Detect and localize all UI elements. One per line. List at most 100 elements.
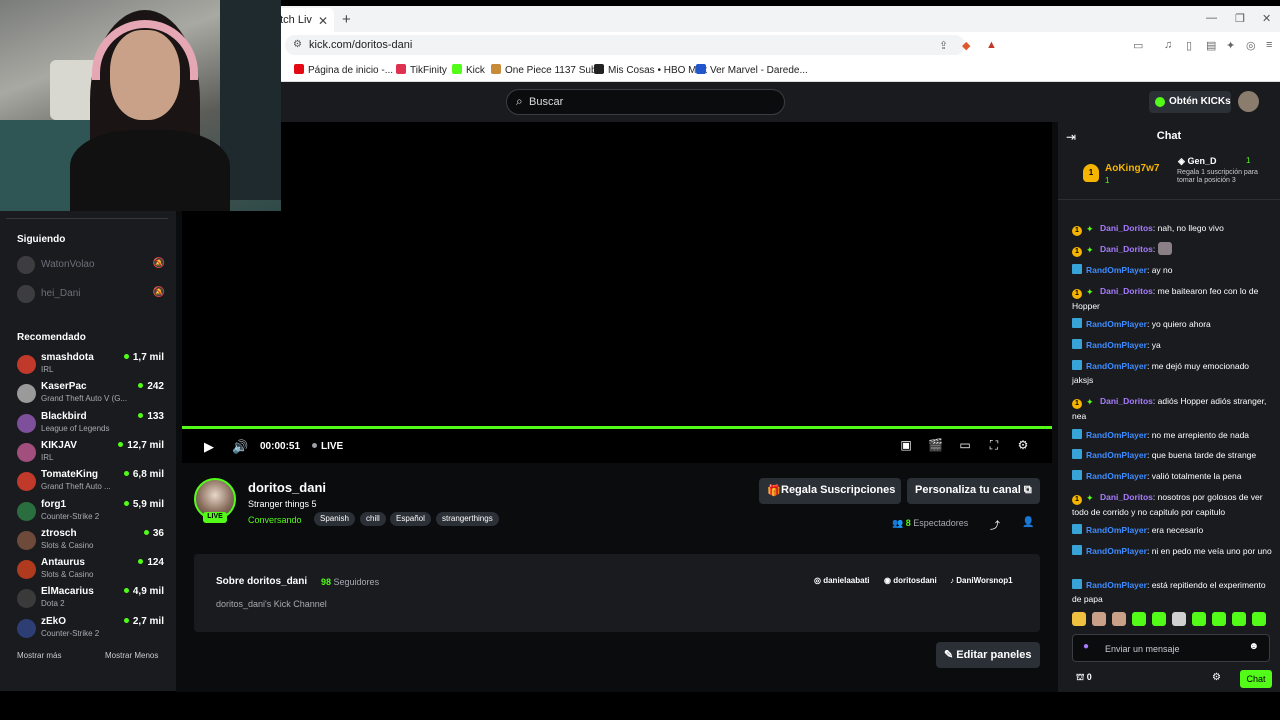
clip-icon[interactable]: 🎬 bbox=[928, 438, 943, 452]
sidebar-following-item[interactable]: hei_Dani 🔕 bbox=[17, 284, 167, 304]
tag[interactable]: Español bbox=[390, 512, 431, 526]
new-tab-icon[interactable]: + bbox=[342, 11, 351, 28]
profile-icon[interactable]: 👤 bbox=[1022, 517, 1034, 528]
close-tab-icon[interactable]: ✕ bbox=[318, 14, 328, 28]
search-input[interactable] bbox=[529, 94, 769, 110]
close-window-icon[interactable]: ✕ bbox=[1262, 12, 1271, 25]
bookmark-item[interactable]: Mis Cosas • HBO Max bbox=[594, 64, 707, 76]
edit-panels-button[interactable]: ✎ Editar paneles bbox=[936, 642, 1040, 668]
channel-name[interactable]: doritos_dani bbox=[248, 480, 326, 495]
chat-username[interactable]: RandOmPlayer bbox=[1086, 265, 1147, 275]
get-kicks-button[interactable]: Obtén KICKs bbox=[1149, 91, 1231, 113]
search-box[interactable]: ⌕ bbox=[506, 89, 785, 115]
chat-username[interactable]: RandOmPlayer bbox=[1086, 361, 1147, 371]
volume-icon[interactable]: 🔊 bbox=[232, 439, 248, 455]
bookmark-item[interactable]: Kick bbox=[452, 64, 485, 76]
play-icon[interactable]: ▶ bbox=[204, 439, 214, 455]
sidebar-recommended-item[interactable]: smashdota IRL 1,7 mil bbox=[17, 352, 167, 380]
sidebar-recommended-item[interactable]: ElMacarius Dota 2 4,9 mil bbox=[17, 586, 167, 614]
maximize-icon[interactable]: ❐ bbox=[1235, 12, 1245, 25]
bookmark-item[interactable]: One Piece 1137 Sub... bbox=[491, 64, 605, 76]
emote-icon[interactable] bbox=[1212, 612, 1226, 626]
show-more-button[interactable]: Mostrar más bbox=[17, 651, 61, 660]
kicks-balance[interactable]: ⛫ 0 bbox=[1076, 672, 1092, 684]
site-info-icon[interactable]: ⚙ bbox=[293, 39, 302, 50]
chat-message: RandOmPlayer: me dejó muy emocionado jak… bbox=[1072, 360, 1250, 385]
microphone-icon[interactable]: ● bbox=[1083, 641, 1089, 652]
emote-icon[interactable] bbox=[1172, 612, 1186, 626]
leo-icon[interactable]: ✦ bbox=[1226, 39, 1235, 52]
rewards-icon[interactable]: ▲ bbox=[986, 39, 997, 51]
share-icon[interactable]: ⤴ bbox=[990, 517, 1000, 532]
chat-username[interactable]: RandOmPlayer bbox=[1086, 580, 1147, 590]
emote-icon[interactable] bbox=[1152, 612, 1166, 626]
show-less-button[interactable]: Mostrar Menos bbox=[105, 651, 158, 660]
chat-text: ni en pedo me veía uno por uno bbox=[1151, 546, 1272, 556]
chat-username[interactable]: RandOmPlayer bbox=[1086, 546, 1147, 556]
reader-icon[interactable]: ▭ bbox=[1133, 39, 1143, 52]
leaderboard-user[interactable]: AoKing7w7 bbox=[1105, 163, 1159, 174]
user-avatar[interactable] bbox=[1238, 91, 1259, 112]
vpn-icon[interactable]: ◎ bbox=[1246, 39, 1256, 52]
emote-icon[interactable] bbox=[1192, 612, 1206, 626]
brave-shields-icon[interactable]: ◆ bbox=[962, 39, 970, 52]
bookmark-item[interactable]: TikFinity bbox=[396, 64, 447, 76]
tiktok-link[interactable]: ♪ DaniWorsnop1 bbox=[950, 576, 1013, 585]
chat-username[interactable]: Dani_Doritos bbox=[1100, 223, 1153, 233]
tag[interactable]: chill bbox=[360, 512, 386, 526]
emoji-icon[interactable]: ☻ bbox=[1248, 641, 1259, 652]
chat-username[interactable]: RandOmPlayer bbox=[1086, 525, 1147, 535]
chat-username[interactable]: RandOmPlayer bbox=[1086, 471, 1147, 481]
sidebar-recommended-item[interactable]: TomateKing Grand Theft Auto ... 6,8 mil bbox=[17, 469, 167, 497]
gift-subs-button[interactable]: 🎁 Regala Suscripciones bbox=[759, 478, 901, 504]
discord-link[interactable]: ◉ doritosdani bbox=[884, 576, 937, 585]
chat-username[interactable]: RandOmPlayer bbox=[1086, 430, 1147, 440]
chat-username[interactable]: RandOmPlayer bbox=[1086, 340, 1147, 350]
chat-username[interactable]: RandOmPlayer bbox=[1086, 319, 1147, 329]
minimize-icon[interactable]: — bbox=[1206, 12, 1217, 24]
media-icon[interactable]: ♫ bbox=[1164, 39, 1172, 51]
chat-input[interactable] bbox=[1105, 642, 1245, 656]
gifter-count: 1 bbox=[1246, 156, 1251, 165]
chat-username[interactable]: Dani_Doritos bbox=[1100, 396, 1153, 406]
emote-icon[interactable] bbox=[1132, 612, 1146, 626]
tag[interactable]: Spanish bbox=[314, 512, 355, 526]
chat-username[interactable]: RandOmPlayer bbox=[1086, 450, 1147, 460]
bookmark-item[interactable]: Página de inicio -... bbox=[294, 64, 393, 76]
sidebar-recommended-item[interactable]: ztrosch Slots & Casino 36 bbox=[17, 528, 167, 556]
pip-icon[interactable]: ▣ bbox=[899, 438, 913, 452]
emote-icon[interactable] bbox=[1112, 612, 1126, 626]
share-page-icon[interactable]: ⇪ bbox=[939, 39, 948, 52]
chat-username[interactable]: Dani_Doritos bbox=[1100, 492, 1153, 502]
tag[interactable]: strangerthings bbox=[436, 512, 499, 526]
sidebar-toggle-icon[interactable]: ▯ bbox=[1186, 39, 1192, 52]
bookmark-item[interactable]: Ver Marvel - Darede... bbox=[696, 64, 808, 76]
menu-icon[interactable]: ≡ bbox=[1266, 39, 1272, 51]
sidebar-recommended-item[interactable]: KaserPac Grand Theft Auto V (G... 242 bbox=[17, 381, 167, 409]
gifter-name[interactable]: ◈ Gen_D bbox=[1178, 156, 1216, 167]
video-player[interactable] bbox=[182, 122, 1052, 427]
chat-username[interactable]: Dani_Doritos bbox=[1100, 286, 1153, 296]
chat-input-box[interactable]: ● ☻ bbox=[1072, 634, 1270, 662]
customize-channel-button[interactable]: Personaliza tu canal ⧉ bbox=[907, 478, 1040, 504]
instagram-link[interactable]: ◎ danielaabati bbox=[814, 576, 869, 585]
sidebar-following-item[interactable]: WatonVolao 🔕 bbox=[17, 255, 167, 275]
fullscreen-icon[interactable]: ⛶ bbox=[987, 438, 1001, 452]
sidebar-recommended-item[interactable]: Blackbird League of Legends 133 bbox=[17, 411, 167, 439]
chat-settings-icon[interactable]: ⚙ bbox=[1212, 672, 1221, 683]
sidebar-recommended-item[interactable]: forg1 Counter-Strike 2 5,9 mil bbox=[17, 499, 167, 527]
chat-username[interactable]: Dani_Doritos bbox=[1100, 244, 1153, 254]
emote-icon[interactable] bbox=[1092, 612, 1106, 626]
settings-icon[interactable]: ⚙ bbox=[1016, 438, 1030, 452]
sidebar-recommended-item[interactable]: zEkO Counter-Strike 2 2,7 mil bbox=[17, 616, 167, 644]
stream-category[interactable]: Conversando bbox=[248, 515, 302, 525]
emote-icon[interactable] bbox=[1232, 612, 1246, 626]
address-bar[interactable]: ⚙ kick.com/doritos-dani ⇪ bbox=[285, 35, 965, 55]
sidebar-recommended-item[interactable]: Antaurus Slots & Casino 124 bbox=[17, 557, 167, 585]
send-chat-button[interactable]: Chat bbox=[1240, 670, 1272, 688]
wallet-icon[interactable]: ▤ bbox=[1206, 39, 1216, 52]
sidebar-recommended-item[interactable]: KIKJAV IRL 12,7 mil bbox=[17, 440, 167, 468]
emote-icon[interactable] bbox=[1072, 612, 1086, 626]
emote-icon[interactable] bbox=[1252, 612, 1266, 626]
theater-mode-icon[interactable]: ▭ bbox=[958, 438, 972, 452]
